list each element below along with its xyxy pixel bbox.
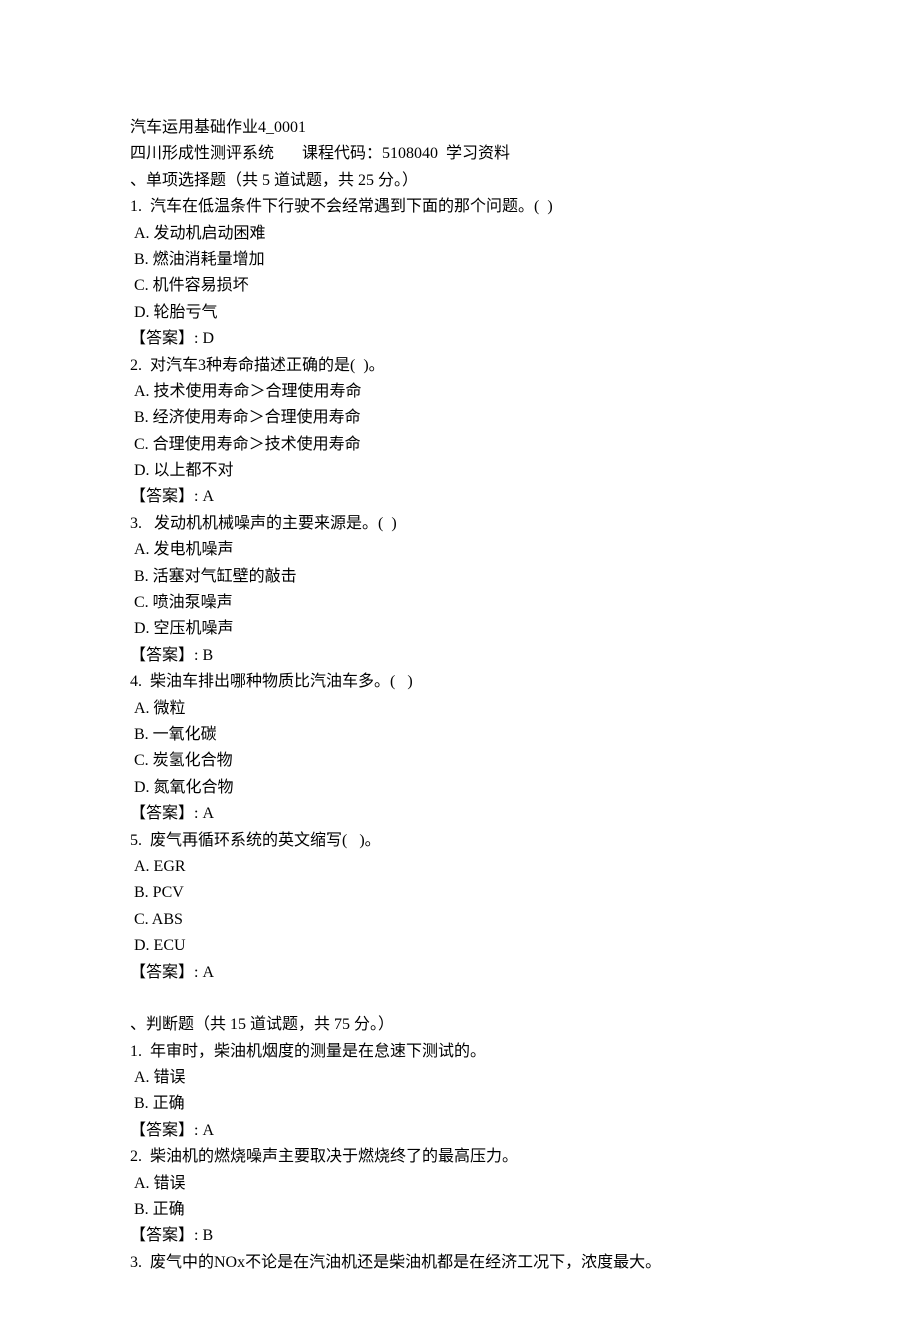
- tf-q2-opt-b: B. 正确: [130, 1197, 790, 1223]
- q5-opt-a: A. EGR: [130, 854, 790, 880]
- q1-text: 汽车在低温条件下行驶不会经常遇到下面的那个问题。( ): [142, 198, 553, 215]
- q2-opt-d: D. 以上都不对: [130, 458, 790, 484]
- tf-q1-opt-a: A. 错误: [130, 1065, 790, 1091]
- q1-opt-d: D. 轮胎亏气: [130, 300, 790, 326]
- tf-q2-text: 柴油机的燃烧噪声主要取决于燃烧终了的最高压力。: [142, 1148, 518, 1165]
- q4-opt-d: D. 氮氧化合物: [130, 775, 790, 801]
- q3-opt-d: D. 空压机噪声: [130, 616, 790, 642]
- q3-opt-b: B. 活塞对气缸壁的敲击: [130, 564, 790, 590]
- tf-q1-answer: 【答案】: A: [130, 1118, 790, 1144]
- tf-q2: 2. 柴油机的燃烧噪声主要取决于燃烧终了的最高压力。: [130, 1144, 790, 1170]
- q3-opt-c: C. 喷油泵噪声: [130, 590, 790, 616]
- tf-q1-text: 年审时，柴油机烟度的测量是在怠速下测试的。: [142, 1043, 486, 1060]
- tf-q3-text: 废气中的NOx不论是在汽油机还是柴油机都是在经济工况下，浓度最大。: [142, 1254, 661, 1271]
- q4-opt-a: A. 微粒: [130, 696, 790, 722]
- q5-opt-c: C. ABS: [130, 907, 790, 933]
- tf-q1-num: 1.: [130, 1043, 142, 1060]
- tf-q1: 1. 年审时，柴油机烟度的测量是在怠速下测试的。: [130, 1039, 790, 1065]
- tf-q1-opt-b: B. 正确: [130, 1091, 790, 1117]
- q2: 2. 对汽车3种寿命描述正确的是( )。: [130, 353, 790, 379]
- q2-opt-a: A. 技术使用寿命＞合理使用寿命: [130, 379, 790, 405]
- q1-opt-a: A. 发动机启动困难: [130, 221, 790, 247]
- q3-answer: 【答案】: B: [130, 643, 790, 669]
- q5-num: 5.: [130, 832, 142, 849]
- q4-opt-c: C. 炭氢化合物: [130, 748, 790, 774]
- q5: 5. 废气再循环系统的英文缩写( )。: [130, 828, 790, 854]
- q1-answer: 【答案】: D: [130, 326, 790, 352]
- q2-num: 2.: [130, 357, 142, 374]
- q3-opt-a: A. 发电机噪声: [130, 537, 790, 563]
- q2-opt-b: B. 经济使用寿命＞合理使用寿命: [130, 405, 790, 431]
- tf-q3-num: 3.: [130, 1254, 142, 1271]
- q2-answer: 【答案】: A: [130, 484, 790, 510]
- q5-answer: 【答案】: A: [130, 960, 790, 986]
- q4: 4. 柴油车排出哪种物质比汽油车多。( ): [130, 669, 790, 695]
- section1-heading: 、单项选择题（共 5 道试题，共 25 分。）: [130, 168, 790, 194]
- q4-answer: 【答案】: A: [130, 801, 790, 827]
- q3-text: 发动机机械噪声的主要来源是。( ): [142, 515, 397, 532]
- q4-num: 4.: [130, 673, 142, 690]
- q5-opt-d: D. ECU: [130, 933, 790, 959]
- q1-opt-c: C. 机件容易损坏: [130, 273, 790, 299]
- q5-text: 废气再循环系统的英文缩写( )。: [142, 832, 381, 849]
- q3-num: 3.: [130, 515, 142, 532]
- q4-opt-b: B. 一氧化碳: [130, 722, 790, 748]
- q1-opt-b: B. 燃油消耗量增加: [130, 247, 790, 273]
- q1: 1. 汽车在低温条件下行驶不会经常遇到下面的那个问题。( ): [130, 194, 790, 220]
- q2-text: 对汽车3种寿命描述正确的是( )。: [142, 357, 385, 374]
- tf-q3: 3. 废气中的NOx不论是在汽油机还是柴油机都是在经济工况下，浓度最大。: [130, 1250, 790, 1276]
- doc-subtitle: 四川形成性测评系统 课程代码：5108040 学习资料: [130, 141, 790, 167]
- doc-title: 汽车运用基础作业4_0001: [130, 115, 790, 141]
- q4-text: 柴油车排出哪种物质比汽油车多。( ): [142, 673, 413, 690]
- q3: 3. 发动机机械噪声的主要来源是。( ): [130, 511, 790, 537]
- q2-opt-c: C. 合理使用寿命＞技术使用寿命: [130, 432, 790, 458]
- blank-line: [130, 986, 790, 1012]
- section2-heading: 、判断题（共 15 道试题，共 75 分。）: [130, 1012, 790, 1038]
- tf-q2-num: 2.: [130, 1148, 142, 1165]
- q5-opt-b: B. PCV: [130, 880, 790, 906]
- tf-q2-opt-a: A. 错误: [130, 1171, 790, 1197]
- tf-q2-answer: 【答案】: B: [130, 1223, 790, 1249]
- q1-num: 1.: [130, 198, 142, 215]
